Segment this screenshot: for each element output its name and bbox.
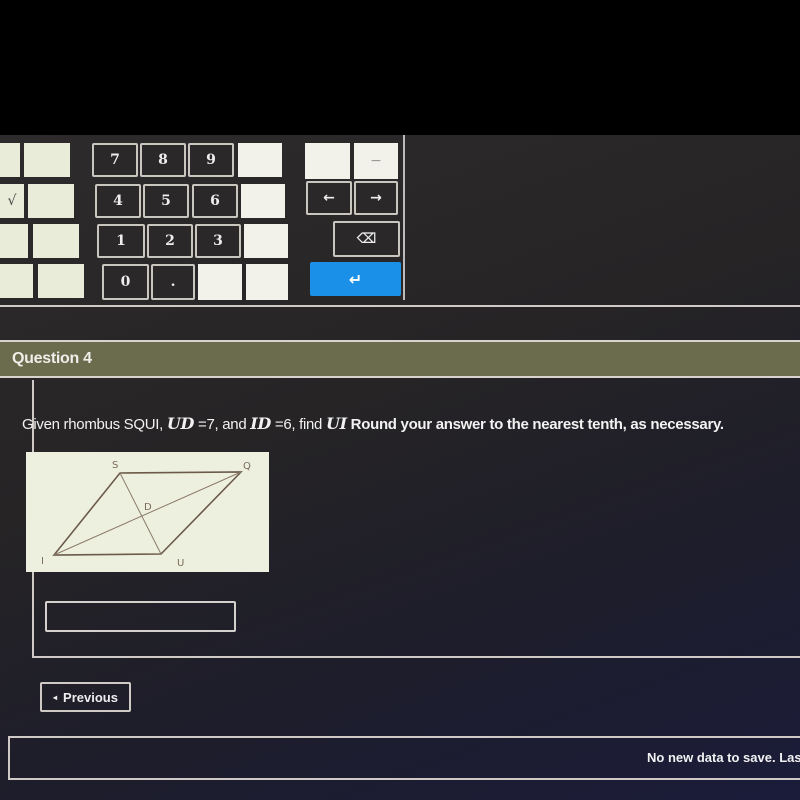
previous-button[interactable]: ◂ Previous xyxy=(40,682,131,712)
key-0[interactable]: 0 xyxy=(102,264,149,300)
keypad-symbol-key[interactable] xyxy=(28,184,74,218)
vertex-i-label: I xyxy=(41,556,44,567)
key-decimal[interactable]: . xyxy=(151,264,195,300)
sqrt-icon: √ xyxy=(7,193,17,209)
rhombus-diagram: S Q U I D xyxy=(41,460,251,569)
vertex-u-label: U xyxy=(177,558,184,569)
rounding-instruction: Round your answer to the nearest tenth, … xyxy=(346,416,724,433)
answer-input[interactable] xyxy=(45,601,236,632)
key-2[interactable]: 2 xyxy=(147,224,193,258)
arrow-left-icon: ← xyxy=(323,190,335,206)
keypad-blank-key[interactable] xyxy=(238,143,282,177)
vertex-q-label: Q xyxy=(243,461,251,472)
key-5[interactable]: 5 xyxy=(143,184,189,218)
arrow-right-icon: → xyxy=(370,190,382,206)
keypad-blank-key[interactable] xyxy=(198,264,242,300)
key-7[interactable]: 7 xyxy=(92,143,138,177)
key-8[interactable]: 8 xyxy=(140,143,186,177)
key-6[interactable]: 6 xyxy=(192,184,238,218)
divider xyxy=(0,305,800,307)
status-bar: No new data to save. Last c xyxy=(8,736,800,780)
minus-key[interactable]: − xyxy=(354,143,398,179)
keypad-symbol-key[interactable] xyxy=(0,264,33,298)
keypad-blank-key[interactable] xyxy=(305,143,350,179)
keypad-blank-key[interactable] xyxy=(246,264,288,300)
backspace-icon: ⌫ xyxy=(356,231,377,247)
caret-left-icon: ◂ xyxy=(53,692,58,702)
previous-label: Previous xyxy=(63,689,118,705)
keypad-symbol-key[interactable] xyxy=(38,264,84,298)
question-title: Question 4 xyxy=(12,350,92,367)
keypad-blank-key[interactable] xyxy=(241,184,285,218)
question-text-part: =7, and xyxy=(194,416,251,433)
save-status-text: No new data to save. Last c xyxy=(647,750,800,765)
rhombus-figure: S Q U I D xyxy=(26,452,269,572)
math-id: ID xyxy=(250,414,271,433)
vertex-s-label: S xyxy=(112,460,118,471)
divider xyxy=(32,656,800,658)
keypad-blank-key[interactable] xyxy=(244,224,288,258)
keypad-divider xyxy=(403,135,405,300)
question-header: Question 4 xyxy=(0,340,800,378)
key-9[interactable]: 9 xyxy=(188,143,234,177)
keypad-symbol-key[interactable] xyxy=(24,143,70,177)
key-4[interactable]: 4 xyxy=(95,184,141,218)
math-keypad: √ 7 8 9 4 5 6 1 2 3 0 . − ← → ⌫ ↵ xyxy=(0,135,410,300)
diagonal-su xyxy=(119,472,162,555)
key-1[interactable]: 1 xyxy=(97,224,145,258)
right-arrow-key[interactable]: → xyxy=(354,181,398,215)
keypad-symbol-key[interactable] xyxy=(33,224,79,258)
question-text-part: Given rhombus SQUI, xyxy=(22,416,167,433)
left-arrow-key[interactable]: ← xyxy=(306,181,352,215)
backspace-key[interactable]: ⌫ xyxy=(333,221,400,257)
enter-key[interactable]: ↵ xyxy=(310,262,401,296)
keypad-symbol-key[interactable] xyxy=(0,224,28,258)
math-ud: UD xyxy=(166,414,195,433)
point-d-label: D xyxy=(144,502,152,513)
minus-icon: − xyxy=(370,153,382,169)
question-text: Given rhombus SQUI, UD =7, and ID =6, fi… xyxy=(22,414,724,433)
key-3[interactable]: 3 xyxy=(195,224,241,258)
sqrt-key[interactable]: √ xyxy=(0,184,24,218)
diagonal-iq xyxy=(53,471,242,556)
keypad-symbol-key[interactable] xyxy=(0,143,20,177)
question-text-part: =6, find xyxy=(271,416,326,433)
math-ui: UI xyxy=(325,414,347,433)
enter-icon: ↵ xyxy=(348,269,363,289)
